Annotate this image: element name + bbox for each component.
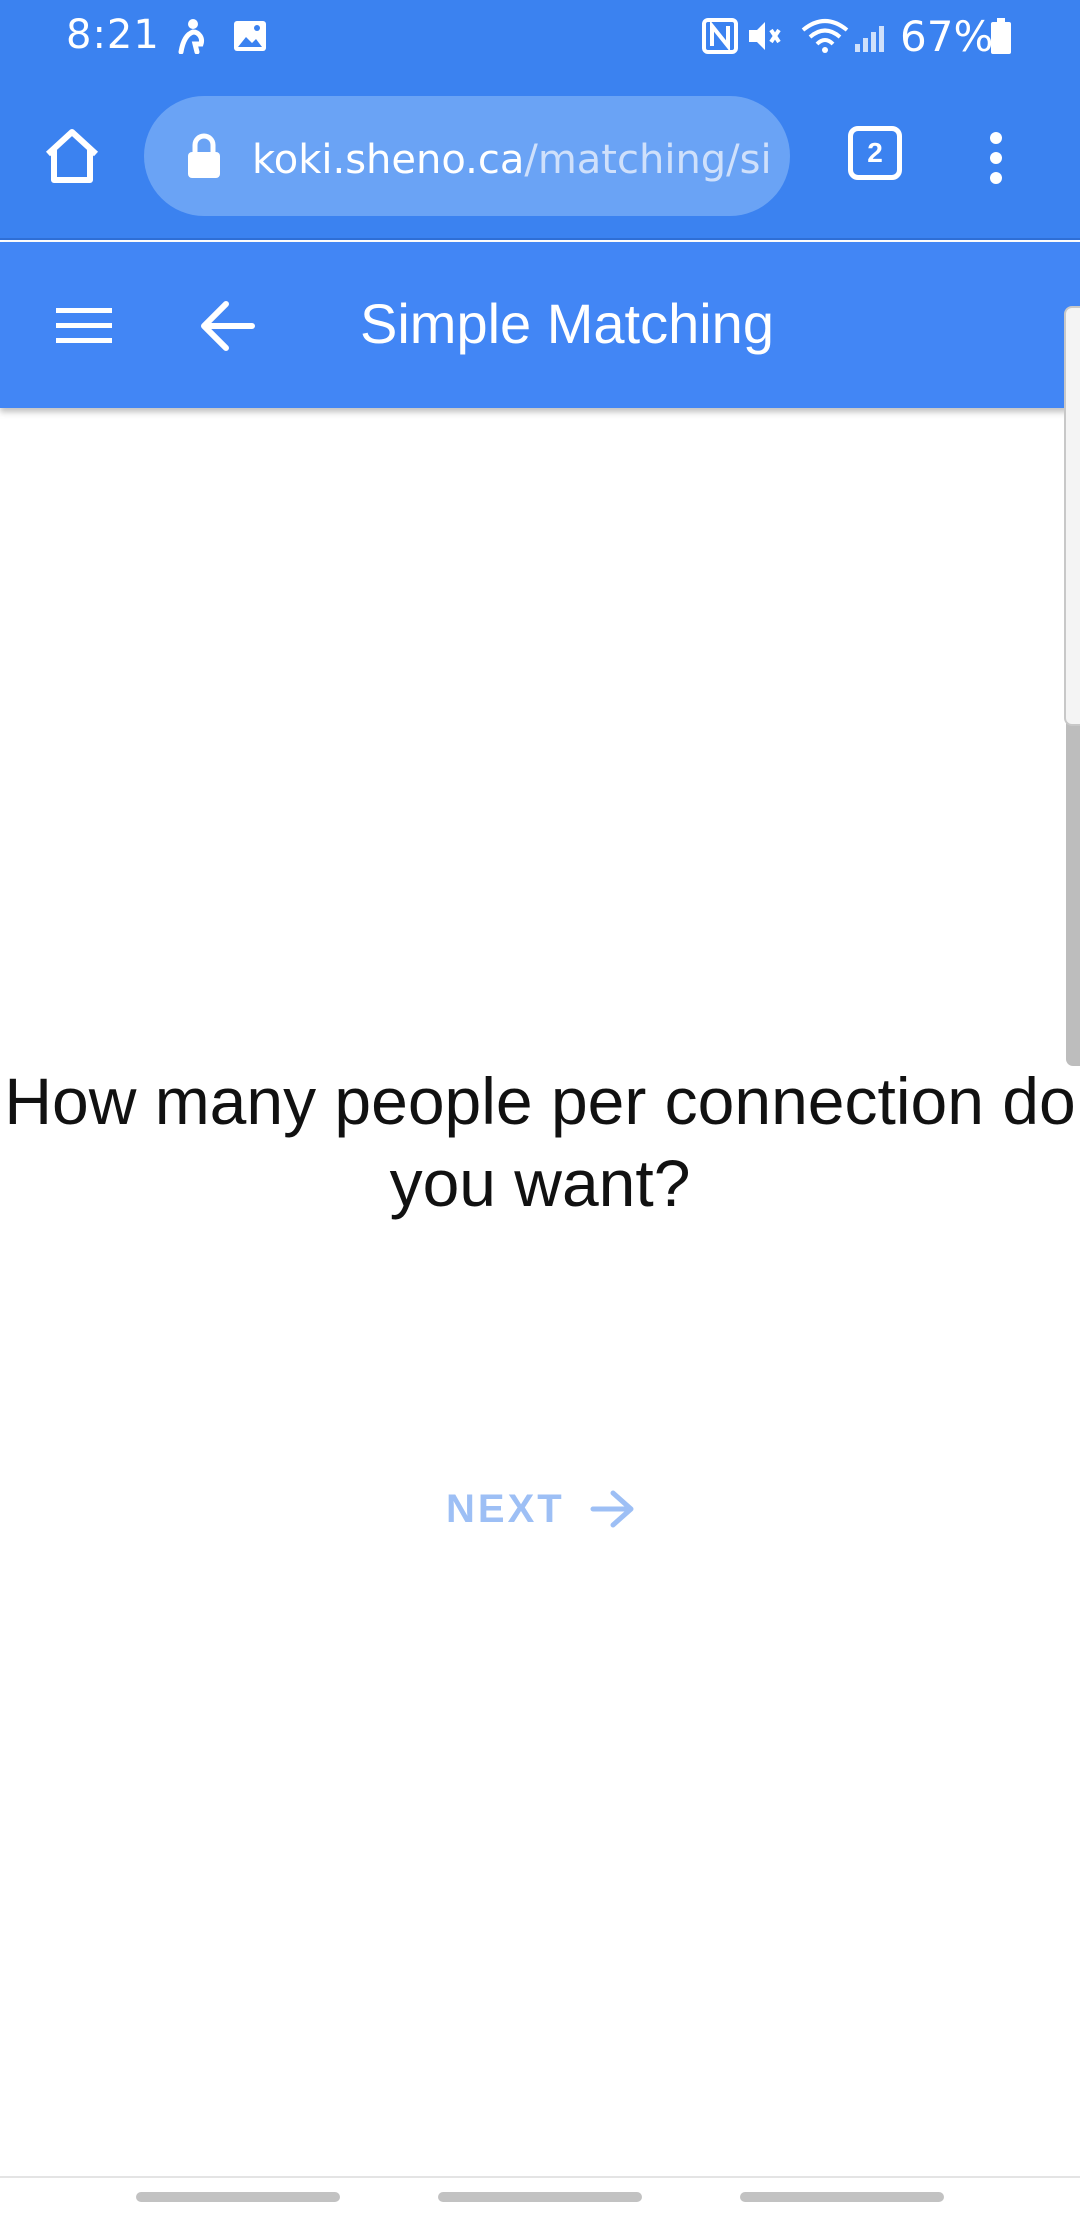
arrow-left-icon bbox=[201, 301, 255, 351]
back-button[interactable] bbox=[196, 296, 258, 356]
nfc-icon bbox=[700, 16, 740, 56]
arrow-right-icon bbox=[590, 1490, 634, 1528]
home-icon bbox=[45, 129, 99, 183]
battery-icon bbox=[986, 16, 1016, 56]
wifi-icon bbox=[798, 16, 852, 56]
next-label: NEXT bbox=[446, 1486, 565, 1531]
mute-icon bbox=[744, 16, 784, 56]
signal-icon bbox=[852, 16, 892, 56]
home-button[interactable] bbox=[40, 124, 104, 188]
browser-menu-button[interactable] bbox=[978, 128, 1014, 188]
question-text: How many people per connection do you wa… bbox=[4, 1064, 1076, 1220]
scrollbar-thumb[interactable] bbox=[1064, 306, 1080, 726]
browser-toolbar: koki.sheno.ca/matching/simple 2 bbox=[0, 72, 1080, 240]
next-button[interactable]: NEXT bbox=[446, 1476, 637, 1542]
status-bar: 8:21 67% bbox=[0, 0, 1080, 72]
battery-percent: 67% bbox=[900, 12, 994, 61]
lock-icon bbox=[186, 132, 222, 180]
app-bar: Simple Matching bbox=[0, 242, 1080, 408]
nav-back-handle[interactable] bbox=[740, 2192, 944, 2202]
url-domain: koki.sheno.ca bbox=[252, 137, 525, 183]
url-path: /matching/simple bbox=[524, 137, 772, 183]
accessibility-icon bbox=[172, 16, 212, 56]
hamburger-icon bbox=[56, 308, 112, 343]
url-text[interactable]: koki.sheno.ca/matching/simple bbox=[252, 136, 772, 184]
nav-recents-handle[interactable] bbox=[136, 2192, 340, 2202]
nav-home-handle[interactable] bbox=[438, 2192, 642, 2202]
page-title: Simple Matching bbox=[360, 292, 774, 355]
tab-switcher-button[interactable]: 2 bbox=[848, 126, 902, 180]
menu-button[interactable] bbox=[54, 304, 114, 348]
status-time: 8:21 bbox=[66, 12, 160, 58]
tab-count: 2 bbox=[867, 137, 883, 168]
image-icon bbox=[230, 16, 270, 56]
more-vert-icon bbox=[990, 132, 1002, 184]
system-nav-bar bbox=[0, 2178, 1080, 2220]
